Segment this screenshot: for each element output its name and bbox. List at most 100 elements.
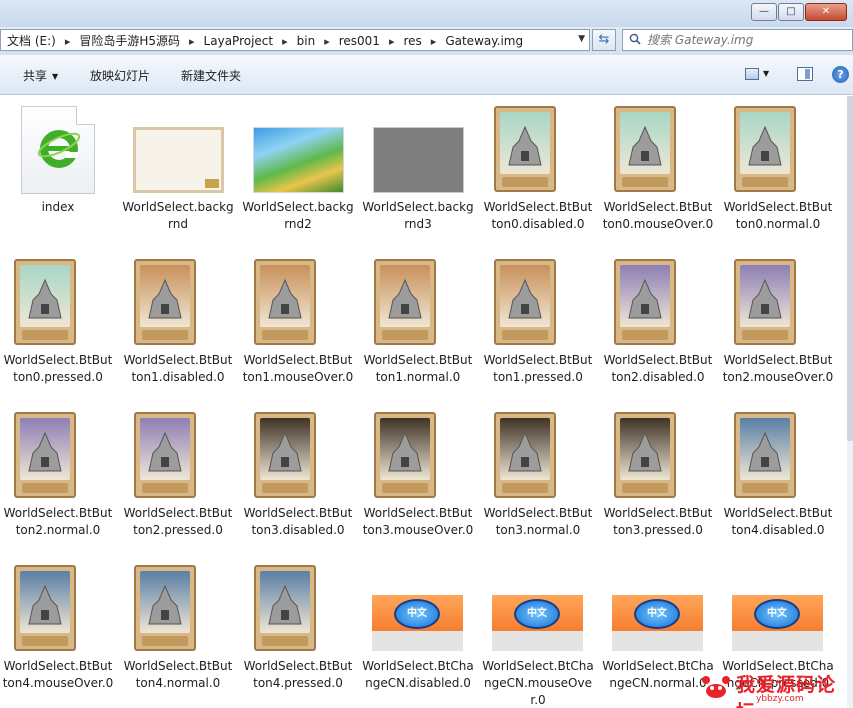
file-item[interactable]: WorldSelect.BtButton0.disabled.0 [480,99,596,233]
file-item[interactable]: WorldSelect.BtButton1.pressed.0 [480,252,596,386]
file-thumbnail [600,405,716,505]
breadcrumb-item[interactable]: 文档 (E:) [7,34,56,48]
world-card-preview [494,412,556,498]
building-icon [745,431,785,478]
file-item[interactable]: WorldSelect.BtButton4.mouseOver.0 [0,558,116,692]
file-item[interactable]: WorldSelect.BtButton4.pressed.0 [240,558,356,692]
building-icon [25,278,65,325]
file-item[interactable]: WorldSelect.BtButton3.normal.0 [480,405,596,539]
building-icon [385,431,425,478]
file-item[interactable]: WorldSelect.BtButton3.mouseOver.0 [360,405,476,539]
change-cn-button-preview: 中文 [492,595,583,651]
card-nameplate [142,483,188,493]
slideshow-button[interactable]: 放映幻灯片 [90,67,150,84]
share-label: 共享 [23,69,48,83]
minimize-button[interactable]: — [751,3,777,21]
file-thumbnail [600,99,716,199]
file-name: WorldSelect.BtButton2.mouseOver.0 [722,353,834,384]
file-item[interactable]: 中文 WorldSelect.BtChangeCN.normal.0 [600,558,716,692]
file-item[interactable]: WorldSelect.BtButton3.pressed.0 [600,405,716,539]
file-item[interactable]: WorldSelect.BtButton2.disabled.0 [600,252,716,386]
file-thumbnail [360,99,476,199]
refresh-button[interactable]: ⇆ [592,29,616,51]
view-options-chevron-icon[interactable]: ▼ [763,69,769,78]
file-name: WorldSelect.BtButton4.normal.0 [123,659,233,690]
card-nameplate [382,330,428,340]
building-icon [145,278,185,325]
breadcrumb-item[interactable]: res [403,34,421,48]
file-name: WorldSelect.backgrnd3 [362,200,474,231]
file-item[interactable]: WorldSelect.backgrnd2 [240,99,356,233]
file-item[interactable]: 中文 WorldSelect.BtChangeCN.disabled.0 [360,558,476,692]
file-item[interactable]: 中文 WorldSelect.BtChangeCN.mouseOver.0 [480,558,596,708]
address-dropdown-icon[interactable]: ▼ [578,34,585,44]
breadcrumb-item[interactable]: LayaProject [204,34,274,48]
scrollbar-thumb[interactable] [847,96,853,441]
breadcrumb-item[interactable]: Gateway.img [445,34,523,48]
file-name: WorldSelect.BtButton2.normal.0 [3,506,113,537]
file-name: WorldSelect.BtButton0.pressed.0 [3,353,113,384]
file-thumbnail [0,252,116,352]
world-card-preview [734,412,796,498]
breadcrumb-separator-icon[interactable]: ▸ [431,35,437,48]
maximize-button[interactable]: □ [778,3,804,21]
file-item[interactable]: WorldSelect.BtButton2.mouseOver.0 [720,252,836,386]
file-item[interactable]: WorldSelect.BtButton4.normal.0 [120,558,236,692]
breadcrumb-separator-icon[interactable]: ▸ [282,35,288,48]
file-item[interactable]: WorldSelect.BtButton0.pressed.0 [0,252,116,386]
file-item[interactable]: WorldSelect.BtButton3.disabled.0 [240,405,356,539]
world-card-preview [614,259,676,345]
file-thumbnail [0,99,116,199]
file-name: WorldSelect.BtButton3.normal.0 [483,506,593,537]
file-item[interactable]: WorldSelect.BtButton0.normal.0 [720,99,836,233]
file-name: WorldSelect.BtButton1.normal.0 [363,353,473,384]
breadcrumb-item[interactable]: bin [297,34,316,48]
vertical-scrollbar[interactable] [847,96,853,708]
breadcrumb-separator-icon[interactable]: ▸ [324,35,330,48]
file-item[interactable]: WorldSelect.BtButton2.normal.0 [0,405,116,539]
file-item[interactable]: WorldSelect.BtButton2.pressed.0 [120,405,236,539]
file-item[interactable]: WorldSelect.backgrnd [120,99,236,233]
file-item[interactable]: WorldSelect.BtButton0.mouseOver.0 [600,99,716,233]
change-view-icon[interactable] [745,68,759,80]
file-item[interactable]: WorldSelect.BtButton4.disabled.0 [720,405,836,539]
file-item[interactable]: WorldSelect.BtButton1.disabled.0 [120,252,236,386]
address-bar[interactable]: 文档 (E:) ▸ 冒险岛手游H5源码 ▸ LayaProject ▸ bin ▸ res001… [0,29,590,51]
breadcrumb: 文档 (E:) ▸ 冒险岛手游H5源码 ▸ LayaProject ▸ bin ▸ res001… [7,32,523,49]
share-menu[interactable]: 共享 ▼ [23,67,58,84]
new-folder-button[interactable]: 新建文件夹 [181,67,241,84]
command-bar: 共享 ▼ 放映幻灯片 新建文件夹 ▼ ? [0,55,853,95]
file-name: index [41,200,75,214]
slideshow-label: 放映幻灯片 [90,69,151,83]
building-icon [625,431,665,478]
card-nameplate [502,330,548,340]
file-thumbnail [120,252,236,352]
world-card-preview [494,106,556,192]
world-card-preview [374,412,436,498]
breadcrumb-separator-icon[interactable]: ▸ [389,35,395,48]
image-preview [373,127,464,193]
breadcrumb-separator-icon[interactable]: ▸ [65,35,71,48]
breadcrumb-separator-icon[interactable]: ▸ [189,35,195,48]
file-thumbnail: 中文 [600,558,716,658]
file-item[interactable]: index [0,99,116,216]
file-name: WorldSelect.BtButton4.disabled.0 [723,506,833,537]
help-icon[interactable]: ? [832,66,849,83]
world-card-preview [14,412,76,498]
preview-pane-icon[interactable] [797,67,813,81]
world-card-preview [254,259,316,345]
world-card-preview [614,106,676,192]
minimize-icon: — [759,6,769,17]
breadcrumb-item[interactable]: res001 [339,34,380,48]
search-input[interactable] [647,32,847,48]
file-item[interactable]: WorldSelect.backgrnd3 [360,99,476,233]
refresh-icon: ⇆ [598,32,610,47]
change-cn-button-preview: 中文 [732,595,823,651]
breadcrumb-item[interactable]: 冒险岛手游H5源码 [79,34,180,48]
file-item[interactable]: WorldSelect.BtButton1.mouseOver.0 [240,252,356,386]
file-name: WorldSelect.BtButton2.pressed.0 [123,506,233,537]
search-box[interactable] [622,29,853,51]
world-card-preview [14,565,76,651]
file-item[interactable]: WorldSelect.BtButton1.normal.0 [360,252,476,386]
close-button[interactable]: ✕ [805,3,847,21]
